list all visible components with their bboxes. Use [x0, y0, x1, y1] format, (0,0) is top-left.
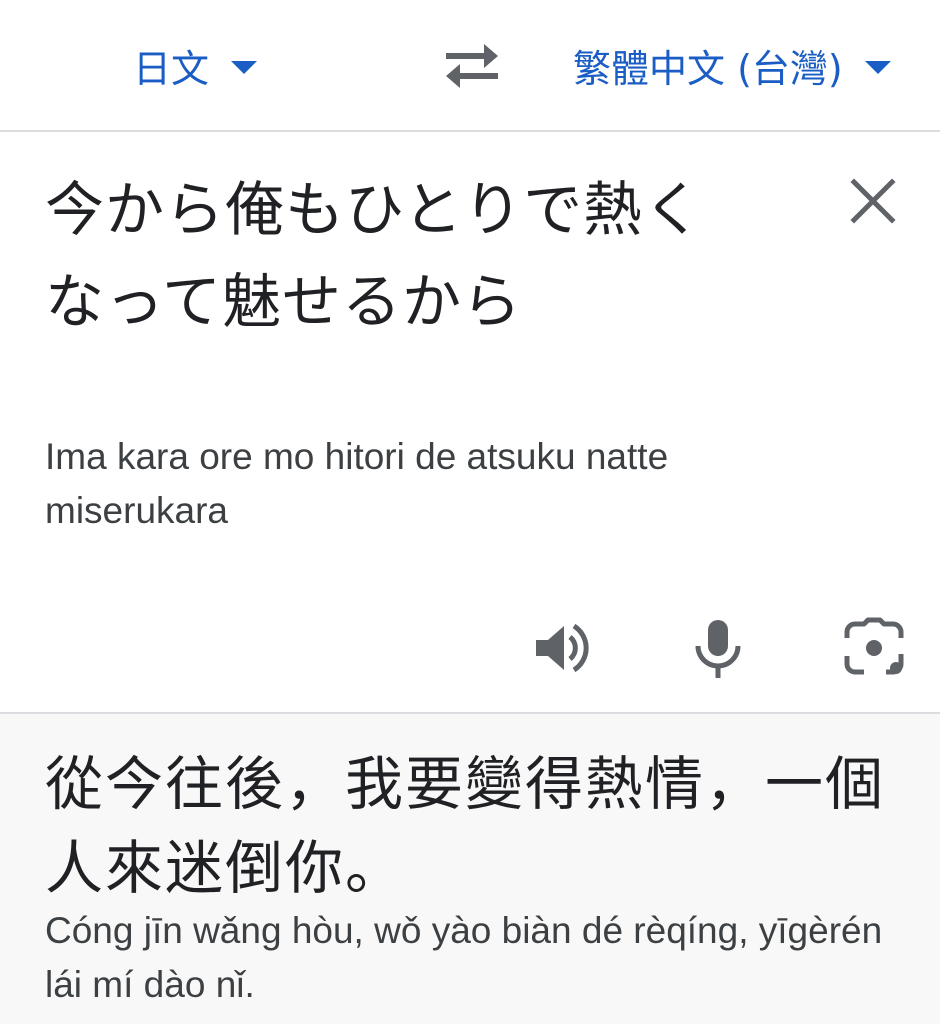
caret-down-icon — [864, 60, 891, 74]
camera-icon — [844, 617, 904, 675]
swap-languages-button[interactable] — [440, 36, 504, 94]
microphone-icon — [695, 620, 741, 678]
source-text-input[interactable]: 今から俺もひとりで熱くなって魅せるから — [45, 164, 745, 348]
translation-transliteration: Cóng jīn wǎng hòu, wǒ yào biàn dé rèqíng… — [45, 910, 883, 1005]
listen-button[interactable] — [530, 616, 594, 680]
clear-input-button[interactable] — [848, 176, 898, 226]
source-panel: 今から俺もひとりで熱くなって魅せるから Ima kara ore mo hito… — [0, 132, 940, 712]
translate-app: 日文 繁體中文 (台灣) 今から俺もひとりで熱くなって魅せるから Ima kar… — [0, 0, 940, 1024]
target-language-label: 繁體中文 (台灣) — [573, 46, 843, 91]
swap-arrows-icon — [446, 44, 498, 88]
caret-down-icon — [231, 60, 258, 74]
language-bar: 日文 繁體中文 (台灣) — [0, 0, 940, 132]
close-icon — [850, 178, 896, 224]
source-transliteration: Ima kara ore mo hitori de atsuku natte m… — [45, 436, 669, 531]
camera-button[interactable] — [842, 616, 906, 680]
translation-text: 從今往後，我要變得熱情，一個人來迷倒你。 — [45, 750, 886, 902]
voice-input-button[interactable] — [686, 616, 750, 680]
speaker-icon — [536, 623, 589, 673]
source-language-label: 日文 — [133, 46, 210, 91]
source-language-selector[interactable]: 日文 — [133, 38, 258, 92]
target-language-selector[interactable]: 繁體中文 (台灣) — [573, 38, 891, 92]
translation-panel: 從今往後，我要變得熱情，一個人來迷倒你。 Cóng jīn wǎng hòu, … — [0, 712, 940, 1024]
